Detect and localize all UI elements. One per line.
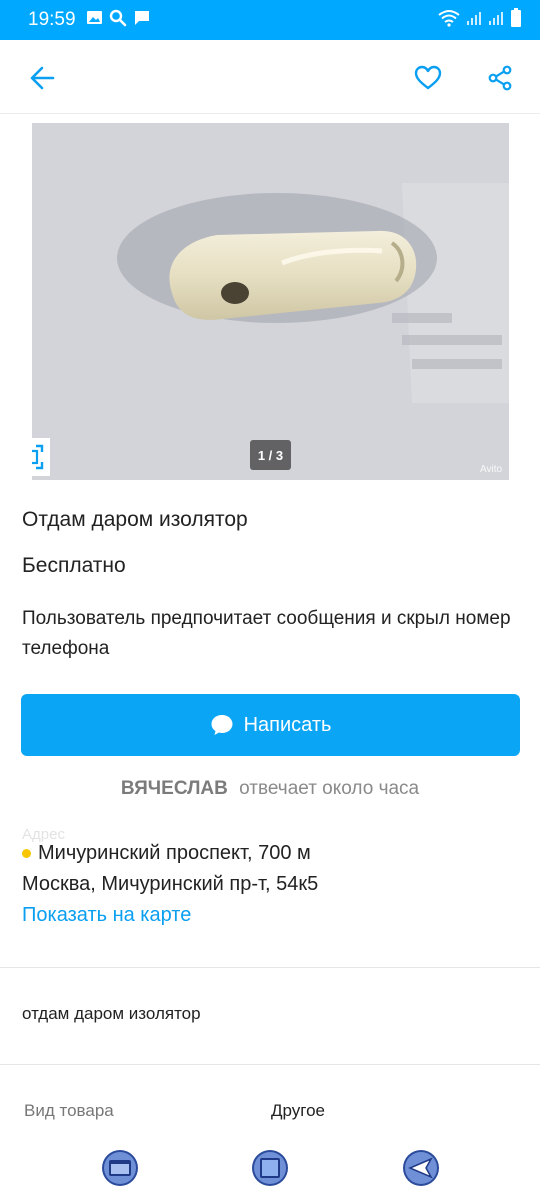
divider: [0, 967, 540, 968]
app-bar: [0, 40, 540, 114]
metro-line-dot: [22, 849, 31, 858]
screen-icon: [252, 1150, 288, 1186]
photo-counter: 1 / 3: [250, 440, 291, 470]
divider: [0, 1064, 540, 1065]
listing-description: отдам даром изолятор: [22, 1004, 201, 1023]
contact-notice: Пользователь предпочитает сообщения и ск…: [22, 608, 511, 659]
signal-icon: [466, 10, 482, 31]
chat-bubble-icon: [210, 713, 234, 737]
wifi-icon: [438, 9, 460, 32]
window-icon: [102, 1150, 138, 1186]
write-button-label: Написать: [243, 713, 332, 736]
status-bar: 19:59: [0, 0, 540, 40]
listing-price: Бесплатно: [22, 554, 126, 577]
seller-response-time: отвечает около часа: [239, 778, 420, 799]
share-icon: [488, 65, 512, 91]
battery-icon: [510, 7, 522, 33]
status-icons-right: [438, 7, 522, 33]
search-icon: [109, 9, 127, 32]
image-icon: [86, 9, 103, 31]
param-value: Другое: [271, 1101, 326, 1120]
fullscreen-button[interactable]: [32, 438, 50, 476]
param-label: Вид товара: [24, 1101, 114, 1120]
back-arrow-icon: [403, 1150, 439, 1186]
status-time: 19:59: [28, 9, 76, 30]
nav-recent-button[interactable]: [100, 1148, 140, 1188]
metro-station: Мичуринский проспект, 700 м: [22, 842, 311, 865]
photo-gallery[interactable]: 1 / 3 Avito: [32, 123, 509, 480]
write-message-button[interactable]: Написать: [21, 694, 520, 756]
back-button[interactable]: [22, 58, 62, 98]
address: Москва, Мичуринский пр-т, 54к5: [22, 873, 319, 895]
share-button[interactable]: [480, 58, 520, 98]
show-on-map-link[interactable]: Показать на карте: [22, 904, 191, 927]
nav-back-button[interactable]: [401, 1148, 441, 1188]
product-photo: [32, 123, 509, 480]
metro-label: Мичуринский проспект, 700 м: [38, 842, 311, 864]
favorite-button[interactable]: [408, 58, 448, 98]
heart-icon: [414, 65, 442, 90]
nav-home-button[interactable]: [250, 1148, 290, 1188]
watermark: Avito: [480, 464, 503, 475]
signal-icon: [488, 10, 504, 31]
status-icons-left: [86, 9, 151, 32]
message-icon: [133, 9, 151, 32]
seller-name[interactable]: ВЯЧЕСЛАВ: [121, 778, 228, 799]
fullscreen-icon: [32, 444, 44, 470]
arrow-back-icon: [30, 66, 55, 90]
address-label: Адрес: [22, 826, 65, 843]
listing-title: Отдам даром изолятор: [22, 508, 248, 531]
seller-info: ВЯЧЕСЛАВ отвечает около часа: [0, 778, 540, 800]
